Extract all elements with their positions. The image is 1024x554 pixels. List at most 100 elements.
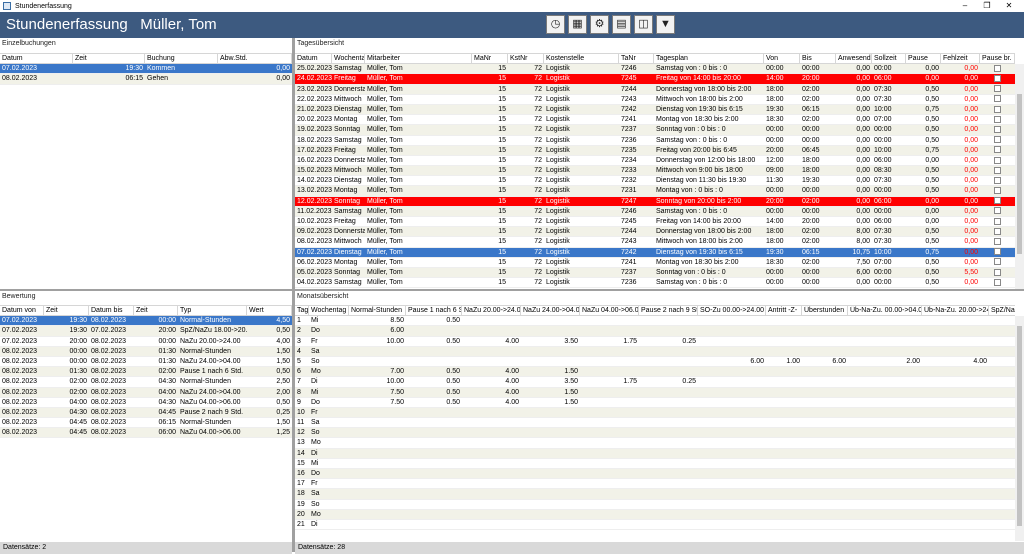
pause-checkbox[interactable] <box>994 115 1001 123</box>
table-row[interactable]: 9 Do 7.50 0.50 4.00 1.50 <box>295 398 1015 408</box>
table-row[interactable]: 08.02.2023 04:00 08.02.2023 04:30 NaZu 04.00… <box>0 398 292 408</box>
pause-checkbox[interactable] <box>994 125 1001 133</box>
table-row[interactable]: 14 Di <box>295 448 1015 459</box>
table-row[interactable]: 08.02.2023 00:00 08.02.2023 01:30 NaZu 24.00… <box>0 357 292 368</box>
monatsuebersicht-column-header[interactable]: NaZu 04.00->06.00 <box>580 306 639 316</box>
monatsuebersicht-column-header[interactable]: NaZu 24.00->04.00 <box>521 306 580 316</box>
pause-checkbox[interactable] <box>994 105 1001 113</box>
tagesuebersicht-column-header[interactable]: Wochentag <box>332 54 365 64</box>
bewertung-column-header[interactable]: Zeit <box>134 306 178 316</box>
pause-checkbox[interactable] <box>994 278 1001 286</box>
monatsuebersicht-column-header[interactable]: Überstunden <box>802 306 848 316</box>
monatsuebersicht-column-header[interactable]: NaZu 20.00->24.00 <box>462 306 521 316</box>
table-row[interactable]: 13.02.2023 Montag Müller, Tom 15 72 Logistik 7… <box>295 186 1015 197</box>
table-row[interactable]: 07.02.2023 19:30 08.02.2023 00:00 Normal-Stu… <box>0 316 292 327</box>
monatsuebersicht-column-header[interactable]: Pause 2 nach 9 Std. <box>639 306 698 316</box>
pause-checkbox[interactable] <box>994 95 1001 103</box>
clock-icon[interactable]: ◷ <box>546 15 565 34</box>
pause-checkbox[interactable] <box>994 207 1001 215</box>
table-row[interactable]: 4 Sa <box>295 346 1015 357</box>
table-row[interactable]: 2 Do 6.00 <box>295 326 1015 337</box>
tagesuebersicht-column-header[interactable]: Datum <box>295 54 332 64</box>
table-row[interactable]: 11.02.2023 Samstag Müller, Tom 15 72 Logistik… <box>295 206 1015 217</box>
table-row[interactable]: 19 So <box>295 500 1015 510</box>
table-row[interactable]: 7 Di 10.00 0.50 4.00 3.50 1.75 0.25 <box>295 377 1015 388</box>
monatsuebersicht-column-header[interactable]: SpZ/NaZu <box>989 306 1015 315</box>
einzelbuchungen-column-header[interactable]: Zeit <box>73 54 145 64</box>
tagesuebersicht-column-header[interactable]: Anwesend <box>836 54 872 64</box>
table-row[interactable]: 14.02.2023 Dienstag Müller, Tom 15 72 Logisti… <box>295 176 1015 187</box>
bewertung-column-header[interactable]: Wert <box>247 306 292 316</box>
table-row[interactable]: 11 Sa <box>295 418 1015 429</box>
scrollbar-thumb[interactable] <box>1017 94 1022 254</box>
table-row[interactable]: 07.02.2023 Dienstag Müller, Tom 15 72 Logisti… <box>295 247 1015 258</box>
tagesuebersicht-column-header[interactable]: Bis <box>800 54 836 64</box>
monatsuebersicht-column-header[interactable]: Üb-Na-Zu. 00.00->04.00 <box>848 306 922 316</box>
tagesuebersicht-column-header[interactable]: Sollzeit <box>872 54 906 64</box>
table-row[interactable]: 1 Mi 8.50 0.50 <box>295 316 1015 327</box>
pause-checkbox[interactable] <box>994 238 1001 246</box>
table-row[interactable]: 07.02.2023 19:30 07.02.2023 20:00 SpZ/NaZu 1… <box>0 326 292 337</box>
report-icon[interactable]: ◫ <box>634 15 653 34</box>
pause-checkbox[interactable] <box>994 176 1001 184</box>
table-row[interactable]: 22.02.2023 Mittwoch Müller, Tom 15 72 Logisti… <box>295 95 1015 105</box>
pause-checkbox[interactable] <box>994 166 1001 174</box>
table-row[interactable]: 04.02.2023 Samstag Müller, Tom 15 72 Logistik… <box>295 278 1015 289</box>
table-row[interactable]: 07.02.2023 19:30 Kommen 0,00 <box>0 64 292 75</box>
monatsuebersicht-column-header[interactable]: Wochentag <box>309 306 349 316</box>
table-row[interactable]: 20 Mo <box>295 509 1015 520</box>
tagesuebersicht-scrollbar[interactable] <box>1015 64 1024 289</box>
tagesuebersicht-column-header[interactable]: Fehlzeit <box>941 54 980 64</box>
table-row[interactable]: 08.02.2023 04:30 08.02.2023 04:45 Pause 2 na… <box>0 407 292 419</box>
table-row[interactable]: 08.02.2023 01:30 08.02.2023 02:00 Pause 1 na… <box>0 367 292 378</box>
einzelbuchungen-column-header[interactable]: Abw.Std. <box>218 54 292 64</box>
tagesuebersicht-column-header[interactable]: Pause <box>906 54 941 64</box>
tagesuebersicht-column-header[interactable]: TaNr <box>619 54 654 64</box>
minimize-icon[interactable]: – <box>954 0 976 12</box>
scrollbar-thumb[interactable] <box>1017 326 1022 526</box>
table-row[interactable]: 05.02.2023 Sonntag Müller, Tom 15 72 Logistik… <box>295 267 1015 279</box>
pause-checkbox[interactable] <box>994 64 1001 72</box>
pause-checkbox[interactable] <box>994 187 1001 195</box>
table-row[interactable]: 08.02.2023 Mittwoch Müller, Tom 15 72 Logisti… <box>295 237 1015 248</box>
table-row[interactable]: 08.02.2023 02:00 08.02.2023 04:00 NaZu 24.00… <box>0 387 292 398</box>
calculator-icon[interactable]: ▤ <box>612 15 631 34</box>
table-row[interactable]: 15.02.2023 Mittwoch Müller, Tom 15 72 Logisti… <box>295 166 1015 177</box>
pause-checkbox[interactable] <box>994 136 1001 144</box>
tagesuebersicht-column-header[interactable]: KstNr <box>508 54 544 64</box>
tagesuebersicht-column-header[interactable]: Von <box>764 54 800 64</box>
monatsuebersicht-column-header[interactable]: Normal-Stunden <box>349 306 406 316</box>
table-row[interactable]: 8 Mi 7.50 0.50 4.00 1.50 <box>295 387 1015 398</box>
monatsuebersicht-column-header[interactable]: Antritt -Z- <box>766 306 802 316</box>
table-row[interactable]: 17 Fr <box>295 479 1015 490</box>
table-row[interactable]: 09.02.2023DonnerstagMüller, Tom 15 72 Logis… <box>295 227 1015 238</box>
table-row[interactable]: 10 Fr <box>295 407 1015 419</box>
table-row[interactable]: 06.02.2023 Montag Müller, Tom 15 72 Logistik 7… <box>295 258 1015 268</box>
tagesuebersicht-column-header[interactable]: Kostenstelle <box>544 54 619 64</box>
pause-checkbox[interactable] <box>994 75 1001 83</box>
tagesuebersicht-column-header[interactable]: Tagesplan <box>654 54 764 64</box>
einzelbuchungen-column-header[interactable]: Buchung <box>145 54 218 64</box>
pause-checkbox[interactable] <box>994 258 1001 266</box>
tagesuebersicht-column-header[interactable]: Mitarbeiter <box>365 54 472 64</box>
pause-checkbox[interactable] <box>994 227 1001 235</box>
monatsuebersicht-column-header[interactable]: SO-Zu 00.00->24.00 <box>698 306 766 316</box>
monatsuebersicht-column-header[interactable]: Tag <box>295 306 309 316</box>
bewertung-column-header[interactable]: Datum bis <box>89 306 134 316</box>
tagesuebersicht-column-header[interactable]: MaNr <box>472 54 508 64</box>
table-row[interactable]: 08.02.2023 00:00 08.02.2023 01:30 Normal-Stu… <box>0 346 292 357</box>
table-row[interactable]: 08.02.2023 04:45 08.02.2023 06:15 Normal-Stu… <box>0 418 292 429</box>
table-row[interactable]: 25.02.2023 Samstag Müller, Tom 15 72 Logistik… <box>295 64 1015 75</box>
table-row[interactable]: 16 Do <box>295 469 1015 480</box>
pause-checkbox[interactable] <box>994 85 1001 93</box>
bewertung-column-header[interactable]: Datum von <box>0 306 44 316</box>
table-row[interactable]: 08.02.2023 02:00 08.02.2023 04:30 Normal-Stu… <box>0 377 292 388</box>
table-row[interactable]: 18 Sa <box>295 489 1015 500</box>
table-row[interactable]: 07.02.2023 20:00 08.02.2023 00:00 NaZu 20.00… <box>0 337 292 347</box>
table-row[interactable]: 10.02.2023 Freitag Müller, Tom 15 72 Logistik… <box>295 217 1015 228</box>
pause-checkbox[interactable] <box>994 197 1001 205</box>
bewertung-column-header[interactable]: Zeit <box>44 306 89 316</box>
monatsuebersicht-scrollbar[interactable] <box>1015 316 1024 541</box>
monatsuebersicht-column-header[interactable]: Pause 1 nach 6 Std. <box>406 306 462 316</box>
table-row[interactable]: 6 Mo 7.00 0.50 4.00 1.50 <box>295 367 1015 378</box>
